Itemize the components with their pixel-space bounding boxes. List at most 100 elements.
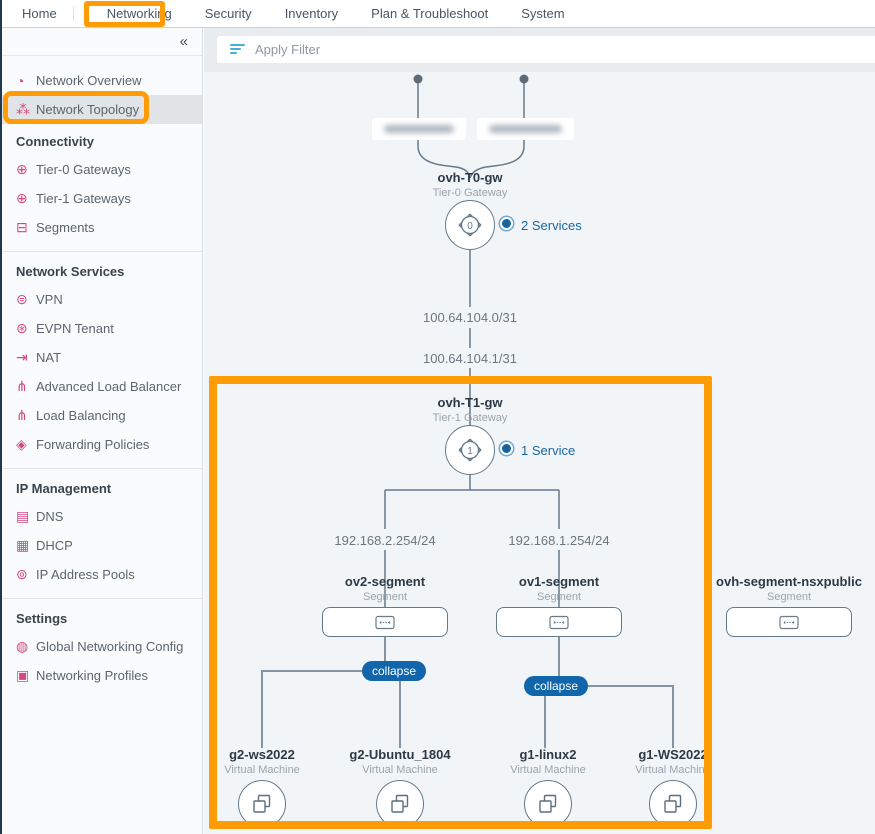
sidebar-item-ip-address-pools[interactable]: ⊚ IP Address Pools	[0, 560, 202, 589]
vm-name[interactable]: g1-linux2	[478, 747, 618, 762]
vm-icon	[536, 792, 560, 816]
vm-node[interactable]	[376, 780, 424, 828]
vm-icon	[661, 792, 685, 816]
segment-name-nsxpublic[interactable]: ovh-segment-nsxpublic	[699, 574, 875, 589]
sidebar-collapse-icon[interactable]: «	[180, 34, 188, 49]
segment-icon: ⊟	[16, 219, 36, 236]
sidebar-item-tier0-gateways[interactable]: ⊕ Tier-0 Gateways	[0, 155, 202, 184]
top-nav: Home Networking Security Inventory Plan …	[0, 0, 875, 28]
dhcp-icon: ▦	[16, 537, 36, 554]
gauge-icon: ◔	[16, 73, 36, 89]
segment-node-nsxpublic[interactable]	[726, 607, 852, 637]
t0-gateway-type: Tier-0 Gateway	[390, 187, 550, 199]
sidebar-header: «	[0, 28, 202, 56]
sidebar-item-networking-profiles[interactable]: ▣ Networking Profiles	[0, 661, 202, 690]
forwarding-icon: ◈	[16, 436, 36, 453]
topology-icon: ⁂	[16, 101, 36, 118]
segment-switch-icon	[549, 615, 569, 630]
apply-filter-input[interactable]	[255, 42, 755, 57]
t1-services-link[interactable]: 1 Service	[521, 443, 575, 458]
sidebar-item-network-topology[interactable]: ⁂ Network Topology	[0, 95, 202, 124]
tier0-gateway-icon: 0	[455, 210, 485, 240]
tier1-gateway-icon: 1	[455, 435, 485, 465]
segment-link-cidr: 192.168.1.254/24	[479, 533, 639, 548]
vm-type: Virtual Machine	[204, 764, 332, 776]
main-area: ovh-T0-gw Tier-0 Gateway 0 2 Services 10…	[204, 28, 875, 834]
sidebar-item-advanced-load-balancer[interactable]: ⋔ Advanced Load Balancer	[0, 372, 202, 401]
redacted-uplink-label	[477, 118, 574, 140]
t1-services-badge[interactable]	[500, 442, 513, 455]
sidebar-item-segments[interactable]: ⊟ Segments	[0, 213, 202, 242]
nav-tab-inventory[interactable]: Inventory	[285, 6, 338, 21]
divider	[0, 468, 202, 469]
sidebar-item-dns[interactable]: ▤ DNS	[0, 502, 202, 531]
sidebar-item-global-networking-config[interactable]: ◍ Global Networking Config	[0, 632, 202, 661]
window-left-edge	[0, 0, 2, 834]
sidebar-item-load-balancing[interactable]: ⋔ Load Balancing	[0, 401, 202, 430]
load-balancer-icon: ⋔	[16, 378, 36, 395]
section-header-connectivity: Connectivity	[0, 124, 202, 155]
sidebar-item-forwarding-policies[interactable]: ◈ Forwarding Policies	[0, 430, 202, 459]
t0-services-badge[interactable]	[500, 217, 513, 230]
vm-node[interactable]	[238, 780, 286, 828]
section-header-ip-management: IP Management	[0, 471, 202, 502]
vm-name[interactable]: g1-WS2022	[603, 747, 743, 762]
t0-gateway-name[interactable]: ovh-T0-gw	[390, 170, 550, 185]
vm-icon	[388, 792, 412, 816]
collapse-button-right[interactable]: collapse	[524, 676, 588, 696]
sidebar-item-evpn-tenant[interactable]: ⊛ EVPN Tenant	[0, 314, 202, 343]
nav-tab-networking[interactable]: Networking	[107, 6, 172, 21]
link-label-cidr: 100.64.104.1/31	[390, 351, 550, 366]
segment-type: Segment	[699, 591, 875, 603]
section-header-settings: Settings	[0, 601, 202, 632]
nav-tab-plan-troubleshoot[interactable]: Plan & Troubleshoot	[371, 6, 488, 21]
vm-node[interactable]	[524, 780, 572, 828]
t1-gateway-name[interactable]: ovh-T1-gw	[390, 395, 550, 410]
vm-name[interactable]: g2-ws2022	[204, 747, 332, 762]
segment-node-ov2[interactable]	[322, 607, 448, 637]
nav-separator	[73, 6, 74, 21]
nav-tab-home[interactable]: Home	[22, 6, 57, 21]
dns-icon: ▤	[16, 508, 36, 525]
vm-node[interactable]	[649, 780, 697, 828]
t1-gateway-node[interactable]: 1	[445, 425, 495, 475]
segment-name-ov2[interactable]: ov2-segment	[305, 574, 465, 589]
lock-icon: ⊜	[16, 291, 36, 308]
divider	[0, 598, 202, 599]
vm-type: Virtual Machine	[478, 764, 618, 776]
segment-name-ov1[interactable]: ov1-segment	[479, 574, 639, 589]
sidebar-item-tier1-gateways[interactable]: ⊕ Tier-1 Gateways	[0, 184, 202, 213]
segment-switch-icon	[779, 615, 799, 630]
svg-text:0: 0	[467, 221, 473, 232]
nav-tab-system[interactable]: System	[521, 6, 564, 21]
gateway-icon: ⊕	[16, 161, 36, 178]
load-balancer-icon: ⋔	[16, 407, 36, 424]
segment-type: Segment	[479, 591, 639, 603]
vm-icon	[250, 792, 274, 816]
section-header-network-services: Network Services	[0, 254, 202, 285]
t0-gateway-node[interactable]: 0	[445, 200, 495, 250]
vm-type: Virtual Machine	[330, 764, 470, 776]
sidebar-item-nat[interactable]: ⇥ NAT	[0, 343, 202, 372]
t0-services-link[interactable]: 2 Services	[521, 218, 582, 233]
t1-gateway-type: Tier-1 Gateway	[390, 412, 550, 424]
segment-switch-icon	[375, 615, 395, 630]
nav-tab-security[interactable]: Security	[205, 6, 252, 21]
sidebar-item-network-overview[interactable]: ◔ Network Overview	[0, 66, 202, 95]
link-label-cidr: 100.64.104.0/31	[390, 310, 550, 325]
collapse-button-left[interactable]: collapse	[362, 661, 426, 681]
globe-gear-icon: ◍	[16, 638, 36, 655]
filter-bar[interactable]	[217, 36, 875, 63]
vm-type: Virtual Machine	[603, 764, 743, 776]
redacted-uplink-label	[372, 118, 466, 140]
vm-name[interactable]: g2-Ubuntu_1804	[330, 747, 470, 762]
segment-node-ov1[interactable]	[496, 607, 622, 637]
divider	[0, 251, 202, 252]
profile-doc-icon: ▣	[16, 667, 36, 684]
topology-canvas[interactable]: ovh-T0-gw Tier-0 Gateway 0 2 Services 10…	[204, 72, 875, 834]
svg-text:1: 1	[467, 446, 473, 457]
sidebar-item-dhcp[interactable]: ▦ DHCP	[0, 531, 202, 560]
segment-type: Segment	[305, 591, 465, 603]
evpn-icon: ⊛	[16, 320, 36, 337]
sidebar-item-vpn[interactable]: ⊜ VPN	[0, 285, 202, 314]
